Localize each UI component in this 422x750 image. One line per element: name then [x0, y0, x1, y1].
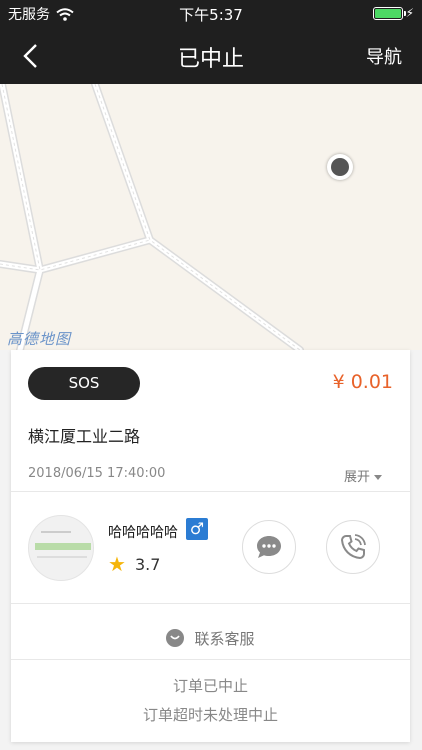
caret-down-icon	[374, 475, 382, 480]
expand-toggle[interactable]: 展开	[344, 466, 382, 485]
order-card: SOS ¥ 0.01 横江厦工业二路 2018/06/15 17:40:00 展…	[11, 350, 410, 742]
divider	[11, 491, 410, 492]
message-button[interactable]	[242, 520, 296, 574]
status-time: 下午5:37	[179, 6, 243, 24]
driver-name: 哈哈哈哈哈	[108, 525, 178, 541]
star-icon: ★	[108, 552, 126, 576]
call-button[interactable]	[326, 520, 380, 574]
order-address: 横江厦工业二路	[28, 427, 141, 446]
map-roads	[0, 84, 304, 350]
divider	[11, 659, 410, 660]
charging-icon: ⚡	[405, 6, 414, 20]
top-bar: 无服务 下午5:37 ⚡ 已中止 导航	[0, 0, 422, 84]
order-status-text: 订单已中止	[172, 677, 248, 695]
order-datetime: 2018/06/15 17:40:00	[28, 466, 166, 481]
order-status-reason: 订单超时未处理中止	[142, 706, 278, 724]
chat-bubble-icon	[257, 536, 281, 558]
navigate-button[interactable]: 导航	[366, 43, 402, 69]
contact-service-button[interactable]: 联系客服	[11, 618, 410, 658]
status-right: ⚡	[372, 6, 414, 20]
expand-label: 展开	[343, 470, 370, 485]
location-pin-icon[interactable]	[327, 154, 353, 180]
page-title: 已中止	[177, 47, 244, 72]
phone-icon	[340, 534, 366, 560]
map-provider-logo: 高德地图	[7, 330, 72, 348]
driver-rating: 3.7	[135, 555, 161, 574]
map-view[interactable]: 高德地图	[0, 84, 422, 350]
navigation-bar: 已中止 导航	[0, 28, 422, 84]
male-gender-icon: ♂	[186, 518, 208, 540]
driver-avatar	[28, 515, 94, 581]
sos-button[interactable]: SOS	[28, 367, 140, 400]
customer-service-icon	[166, 629, 185, 647]
divider	[11, 603, 410, 604]
contact-service-label: 联系客服	[194, 629, 255, 648]
order-price: ¥ 0.01	[332, 371, 393, 393]
status-bar: 无服务 下午5:37 ⚡	[0, 0, 422, 28]
battery-icon	[372, 6, 406, 20]
